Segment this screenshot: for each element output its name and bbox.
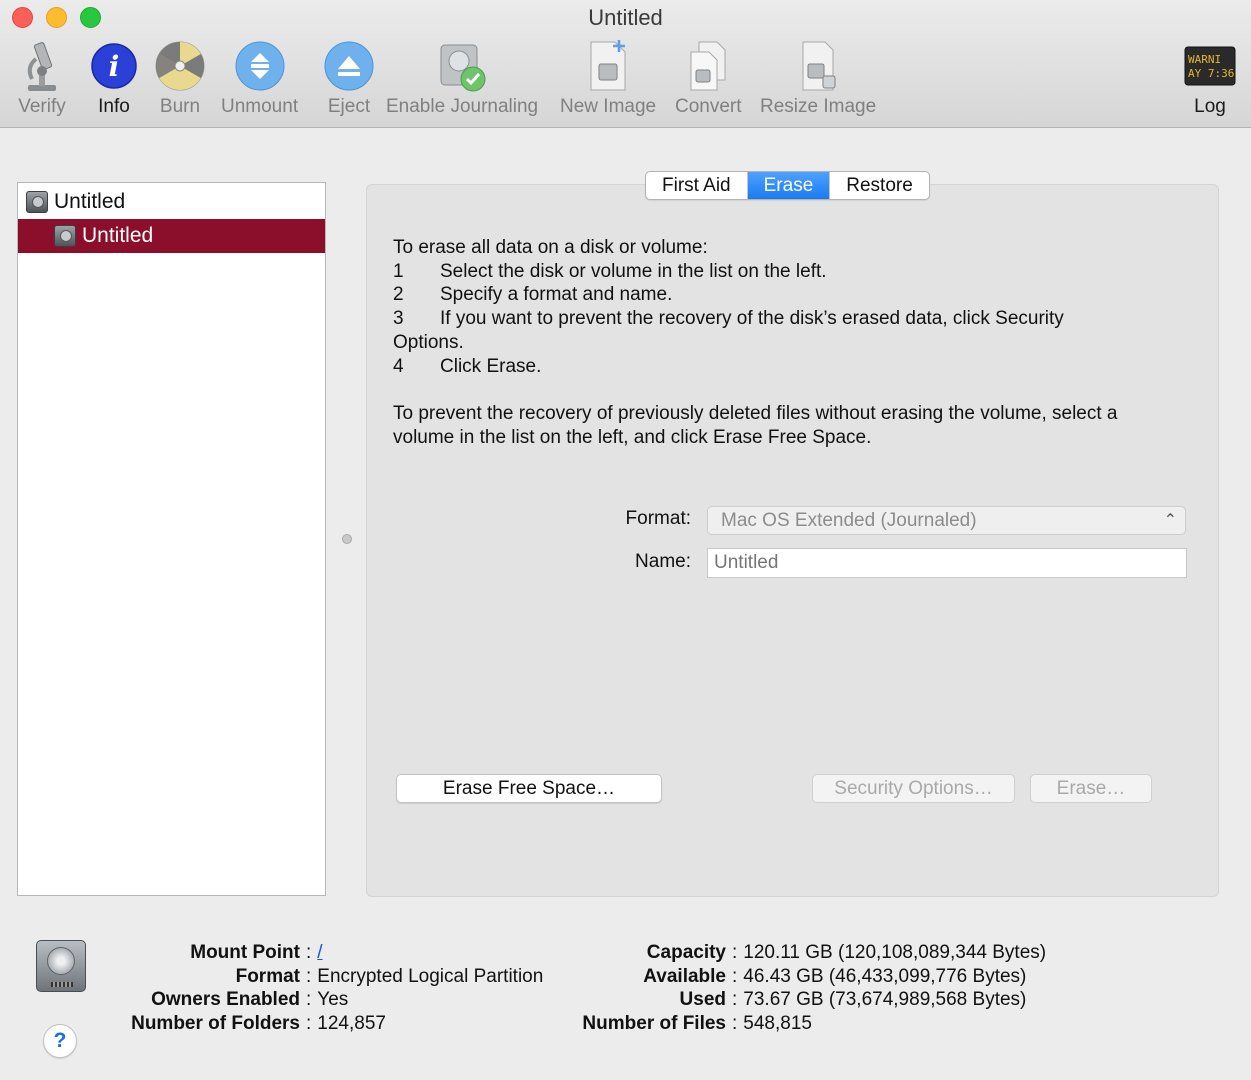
info-icon: i (86, 38, 142, 94)
info-row-owners-enabled: Owners Enabled: Yes (151, 989, 349, 1011)
info-row-number-of-folders: Number of Folders: 124,857 (131, 1013, 386, 1035)
help-button[interactable]: ? (43, 1024, 77, 1058)
sidebar-item-disk[interactable]: Untitled (18, 185, 325, 219)
info-row-capacity: Capacity: 120.11 GB (120,108,089,344 Byt… (646, 942, 1047, 963)
toolbar-info-button[interactable]: i Info (86, 38, 142, 118)
sidebar-item-label: Untitled (54, 190, 126, 213)
toolbar-resize-image-button[interactable]: Resize Image (760, 38, 876, 118)
tab-erase[interactable]: Erase (747, 172, 831, 199)
instruction-step: 1 Select the disk or volume in the list o… (393, 260, 827, 282)
hard-disk-icon (26, 191, 48, 213)
toolbar-burn-label: Burn (159, 96, 201, 117)
toolbar-resize-image-label: Resize Image (760, 96, 877, 117)
format-label: Format: (625, 508, 691, 529)
instruction-step: 3 If you want to prevent the recovery of … (393, 308, 1064, 330)
svg-text:AY 7:36: AY 7:36 (1188, 67, 1234, 80)
toolbar-unmount-label: Unmount (221, 96, 299, 117)
toolbar-new-image-button[interactable]: New Image (560, 38, 656, 118)
resize-image-icon (790, 38, 846, 94)
info-row-format: Format: Encrypted Logical Partition (235, 965, 544, 987)
burn-icon (152, 38, 208, 94)
tab-bar: First Aid Erase Restore (645, 171, 930, 200)
info-row-mount-point: Mount Point: / (190, 941, 323, 965)
toolbar-log-button[interactable]: WARNI AY 7:36 Log (1182, 38, 1238, 118)
volume-info-left: Mount Point: / Format: Encrypted Logical… (120, 941, 543, 1036)
erase-free-space-button[interactable]: Erase Free Space… (396, 774, 662, 803)
info-row-used: Used: 73.67 GB (73,674,989,568 Bytes) (679, 989, 1027, 1011)
name-label: Name: (635, 551, 691, 572)
tab-restore[interactable]: Restore (830, 172, 929, 199)
log-console-icon: WARNI AY 7:36 (1182, 38, 1238, 94)
volume-info-right: Capacity: 120.11 GB (120,108,089,344 Byt… (572, 941, 1046, 1036)
convert-icon (680, 38, 736, 94)
security-options-button[interactable]: Security Options… (812, 774, 1015, 803)
toolbar-burn-button[interactable]: Burn (152, 38, 208, 118)
svg-text:i: i (109, 50, 120, 83)
toolbar-eject-button[interactable]: Eject (321, 38, 377, 118)
erase-instructions: To erase all data on a disk or volume: 1… (393, 236, 1183, 449)
free-space-note: To prevent the recovery of previously de… (393, 402, 1118, 448)
eject-icon (321, 38, 377, 94)
erase-button[interactable]: Erase… (1030, 774, 1152, 803)
volume-icon (54, 225, 76, 247)
microscope-icon (14, 38, 70, 94)
toolbar-new-image-label: New Image (560, 96, 657, 117)
journaling-disk-icon (434, 38, 490, 94)
chevron-updown-icon: ⌃ (1163, 512, 1177, 529)
disk-list-sidebar[interactable]: Untitled Untitled (17, 182, 326, 896)
toolbar-info-label: Info (98, 96, 130, 117)
toolbar-verify-label: Verify (18, 96, 66, 117)
mount-point-link[interactable]: / (317, 941, 322, 965)
info-row-available: Available: 46.43 GB (46,433,099,776 Byte… (643, 965, 1027, 987)
unmount-icon (232, 38, 288, 94)
window-title: Untitled (588, 5, 663, 30)
toolbar-convert-button[interactable]: Convert (675, 38, 742, 118)
instruction-step-continuation: Options. (393, 331, 464, 353)
toolbar-unmount-button[interactable]: Unmount (221, 38, 298, 118)
toolbar-verify-button[interactable]: Verify (14, 38, 70, 118)
svg-text:WARNI: WARNI (1188, 53, 1221, 66)
toolbar-eject-label: Eject (327, 96, 371, 117)
title-toolbar: Untitled Verify i Info Burn Unmount Ejec… (0, 0, 1251, 128)
toolbar-log-label: Log (1194, 96, 1226, 117)
instruction-step: 2 Specify a format and name. (393, 284, 673, 306)
tab-first-aid[interactable]: First Aid (646, 172, 748, 199)
sidebar-item-label: Untitled (82, 224, 154, 247)
toolbar-enable-journaling-label: Enable Journaling (386, 96, 539, 117)
volume-info-disk-icon (36, 940, 86, 992)
sidebar-item-volume[interactable]: Untitled (18, 219, 325, 253)
info-row-number-of-files: Number of Files: 548,815 (582, 1013, 812, 1035)
format-select[interactable]: Mac OS Extended (Journaled) ⌃ (707, 506, 1186, 535)
split-view-handle[interactable] (342, 534, 352, 544)
instruction-step: 4 Click Erase. (393, 355, 542, 377)
new-image-icon (580, 38, 636, 94)
toolbar-enable-journaling-button[interactable]: Enable Journaling (386, 38, 538, 118)
format-select-value: Mac OS Extended (Journaled) (721, 510, 977, 531)
toolbar-convert-label: Convert (675, 96, 742, 117)
instructions-intro: To erase all data on a disk or volume: (393, 237, 708, 258)
name-field[interactable] (707, 548, 1187, 578)
